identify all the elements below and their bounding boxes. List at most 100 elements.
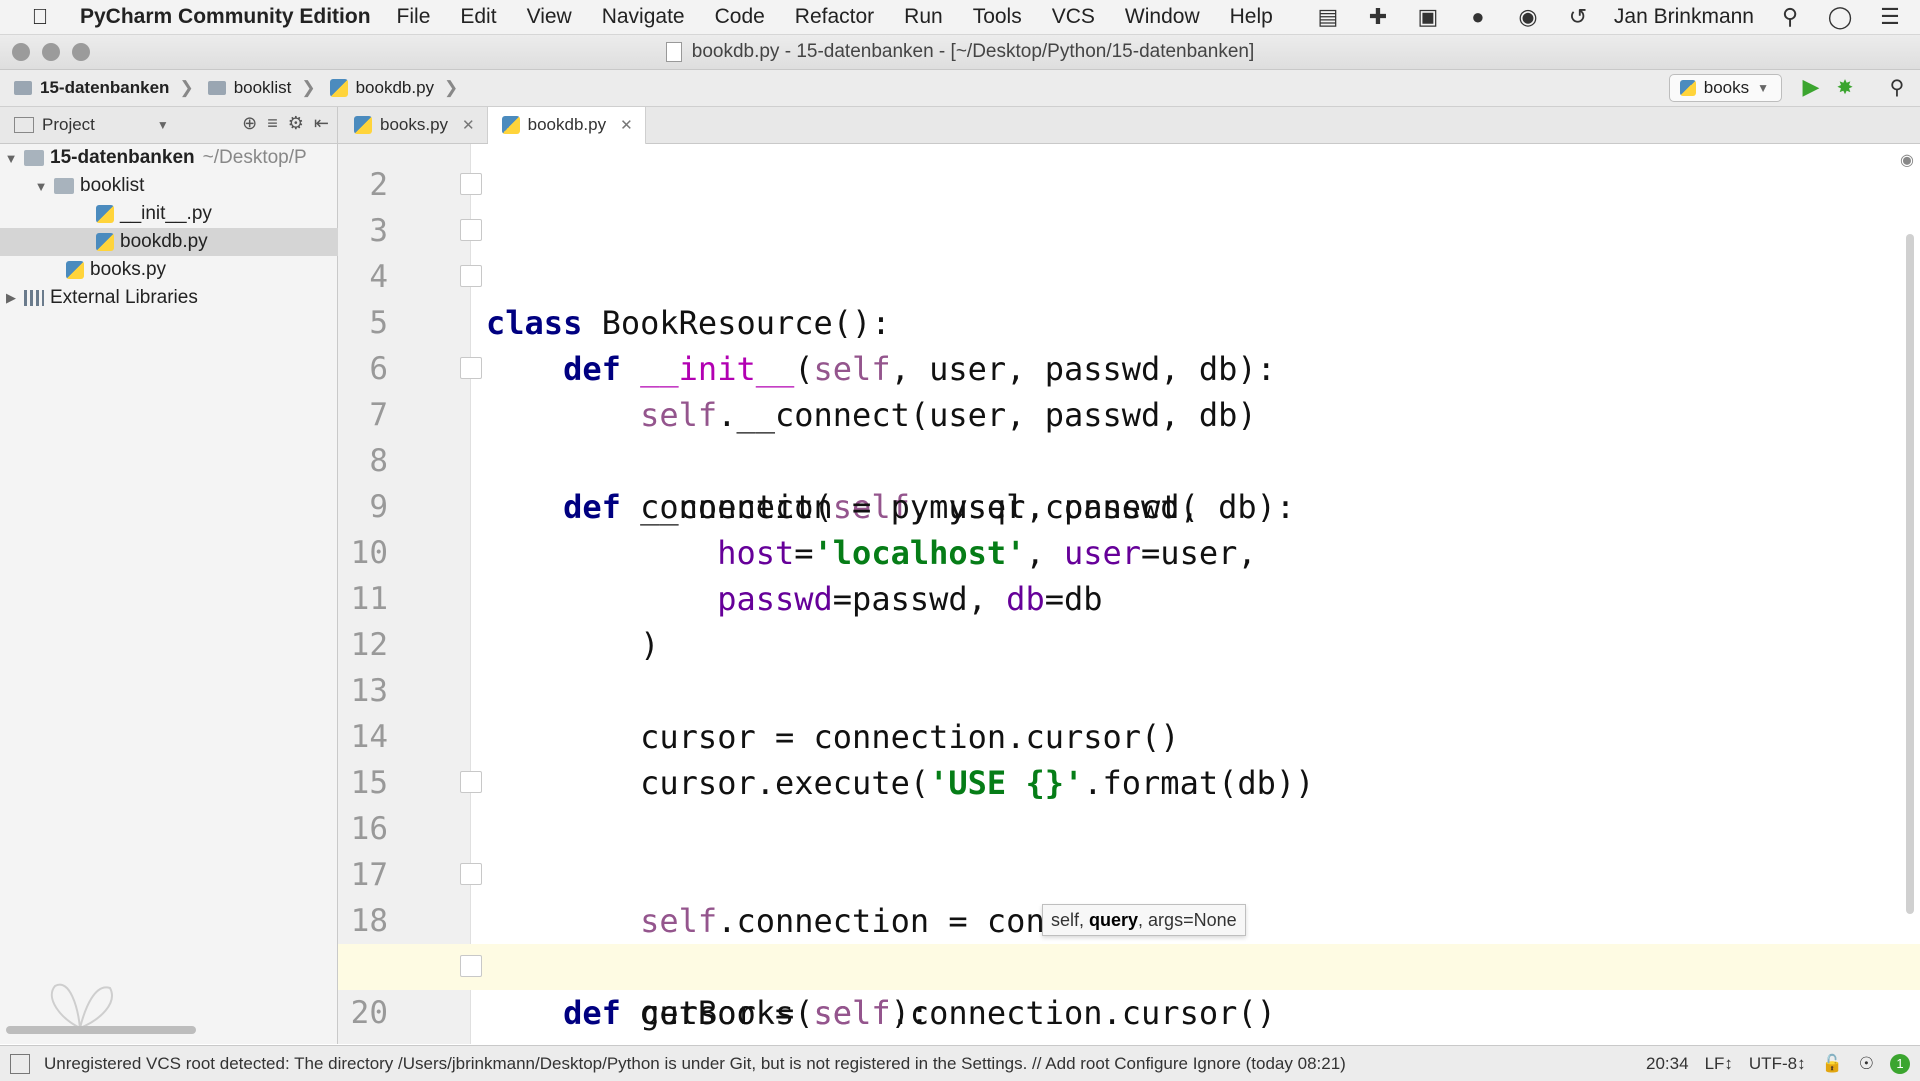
menu-help[interactable]: Help: [1230, 5, 1273, 29]
vertical-scrollbar[interactable]: [1906, 234, 1914, 914]
project-panel-title[interactable]: Project: [42, 115, 95, 135]
menu-navigate[interactable]: Navigate: [602, 5, 685, 29]
screen-recorder-icon[interactable]: ▤: [1314, 3, 1342, 31]
fold-marker-icon[interactable]: [460, 863, 482, 885]
window-title: bookdb.py - 15-datenbanken - [~/Desktop/…: [691, 41, 1255, 62]
run-configuration-label: books: [1703, 78, 1750, 97]
tab-books-py[interactable]: books.py ✕: [340, 107, 488, 143]
menu-view[interactable]: View: [527, 5, 572, 29]
code-line[interactable]: 18 def getBooks(self):: [338, 852, 1920, 1032]
folder-icon: [207, 81, 226, 95]
gear-icon[interactable]: ⚙: [288, 113, 304, 134]
breadcrumb-label: 15-datenbanken: [40, 78, 170, 97]
tool-windows-icon[interactable]: [10, 1053, 30, 1074]
tab-bookdb-py[interactable]: bookdb.py ✕: [487, 107, 646, 146]
tree-item-external-libraries[interactable]: ▶ External Libraries: [0, 284, 341, 312]
chevron-down-icon[interactable]: ▼: [157, 118, 169, 132]
menu-refactor[interactable]: Refactor: [795, 5, 874, 29]
breadcrumb-label: bookdb.py: [355, 78, 435, 97]
chevron-right-icon: ❯: [179, 78, 194, 97]
notification-center-icon[interactable]: ☰: [1876, 3, 1904, 31]
folder-icon: [24, 150, 44, 166]
status-message[interactable]: Unregistered VCS root detected: The dire…: [44, 1054, 1346, 1074]
close-tab-icon[interactable]: ✕: [462, 116, 475, 134]
camera-icon[interactable]: ▣: [1414, 3, 1442, 31]
libraries-icon: [24, 290, 44, 306]
code-line[interactable]: 15: [338, 714, 1920, 801]
breadcrumb-file[interactable]: bookdb.py ❯: [329, 78, 458, 98]
python-file-icon: [96, 233, 114, 251]
search-everywhere-icon[interactable]: ⚲: [1884, 74, 1910, 100]
close-window-button[interactable]: [12, 43, 30, 61]
menu-run[interactable]: Run: [904, 5, 943, 29]
menu-file[interactable]: File: [397, 5, 431, 29]
menu-edit[interactable]: Edit: [460, 5, 496, 29]
apple-icon[interactable]: : [18, 4, 62, 30]
chat-icon[interactable]: ◉: [1514, 3, 1542, 31]
caret-position[interactable]: 20:34: [1646, 1054, 1689, 1074]
lock-icon[interactable]: 🔓: [1822, 1054, 1843, 1074]
code-line[interactable]: 16 self.connection = connection: [338, 760, 1920, 940]
fold-marker-icon[interactable]: [460, 265, 482, 287]
menu-code[interactable]: Code: [715, 5, 765, 29]
leaf-icon[interactable]: ●: [1464, 3, 1492, 31]
code-line[interactable]: 10 passwd=passwd, db=db: [338, 484, 1920, 618]
siri-icon[interactable]: ◯: [1826, 3, 1854, 31]
line-separator[interactable]: LF↕: [1705, 1054, 1733, 1074]
spotlight-search-icon[interactable]: ⚲: [1776, 3, 1804, 31]
notifications-badge[interactable]: 1: [1890, 1053, 1910, 1074]
collapse-all-icon[interactable]: ≡: [267, 113, 278, 134]
tree-item-project-root[interactable]: ▼ 15-datenbanken ~/Desktop/P: [0, 144, 341, 172]
code-line[interactable]: 3 class BookResource():: [338, 162, 1920, 342]
code-line[interactable]: 14 cursor.execute('USE {}'.format(db)): [338, 668, 1920, 802]
fold-marker-icon[interactable]: [460, 771, 482, 793]
app-name-menu[interactable]: PyCharm Community Edition: [80, 5, 371, 29]
run-button[interactable]: ▶: [1798, 74, 1824, 100]
code-line[interactable]: 13 cursor = connection.cursor(): [338, 622, 1920, 756]
expand-arrow-icon[interactable]: ▼: [34, 179, 48, 194]
hide-panel-icon[interactable]: ⇤: [314, 113, 329, 134]
expand-arrow-icon[interactable]: ▶: [4, 290, 18, 306]
tree-item-booklist[interactable]: ▼ booklist: [0, 172, 371, 200]
code-line[interactable]: 2: [338, 144, 1920, 203]
zoom-window-button[interactable]: [72, 43, 90, 61]
window-titlebar: bookdb.py - 15-datenbanken - [~/Desktop/…: [0, 35, 1920, 70]
code-line[interactable]: 6: [338, 300, 1920, 387]
plus-icon[interactable]: ✚: [1364, 3, 1392, 31]
expand-arrow-icon[interactable]: ▼: [4, 151, 18, 166]
close-tab-icon[interactable]: ✕: [620, 116, 633, 134]
tree-item-label: __init__.py: [120, 203, 212, 224]
menu-window[interactable]: Window: [1125, 5, 1200, 29]
navigation-bar: 15-datenbanken ❯ booklist ❯ bookdb.py ❯ …: [0, 70, 1920, 107]
locate-icon[interactable]: ⊕: [242, 113, 257, 134]
file-encoding[interactable]: UTF-8↕: [1749, 1054, 1806, 1074]
menu-vcs[interactable]: VCS: [1052, 5, 1095, 29]
code-line[interactable]: 17: [338, 806, 1920, 893]
fold-marker-icon[interactable]: [460, 173, 482, 195]
time-machine-icon[interactable]: ↺: [1564, 3, 1592, 31]
user-name[interactable]: Jan Brinkmann: [1614, 5, 1754, 29]
debug-button[interactable]: ✸: [1832, 74, 1858, 100]
code-line[interactable]: 7 def __connect(self, user, passwd, db):: [338, 346, 1920, 526]
horizontal-scrollbar[interactable]: [6, 1026, 196, 1034]
fold-marker-icon[interactable]: [460, 357, 482, 379]
tree-item-path: ~/Desktop/P: [202, 147, 307, 168]
eye-icon[interactable]: ◉: [1900, 150, 1914, 170]
breadcrumb-project[interactable]: 15-datenbanken ❯: [14, 78, 194, 98]
menu-tools[interactable]: Tools: [973, 5, 1022, 29]
code-line[interactable]: 8 connection = pymysql.connect(: [338, 392, 1920, 526]
code-line[interactable]: 12: [338, 576, 1920, 663]
fold-marker-icon[interactable]: [460, 219, 482, 241]
code-editor[interactable]: 2 3 class BookResource(): 4 def __init__…: [338, 144, 1920, 1044]
code-line[interactable]: 9 host='localhost', user=user,: [338, 438, 1920, 572]
code-line[interactable]: 4 def __init__(self, user, passwd, db):: [338, 208, 1920, 388]
run-configuration-select[interactable]: books ▼: [1668, 74, 1782, 102]
code-line-current[interactable]: 20 cursor.execute("SELECT * "): [338, 944, 1920, 1031]
fold-marker-icon[interactable]: [460, 955, 482, 977]
folder-icon: [14, 81, 32, 95]
inspector-icon[interactable]: ☉: [1859, 1054, 1874, 1074]
breadcrumb-folder[interactable]: booklist ❯: [207, 78, 316, 98]
code-line[interactable]: 5 self.__connect(user, passwd, db): [338, 254, 1920, 434]
minimize-window-button[interactable]: [42, 43, 60, 61]
code-line[interactable]: 11 ): [338, 530, 1920, 664]
